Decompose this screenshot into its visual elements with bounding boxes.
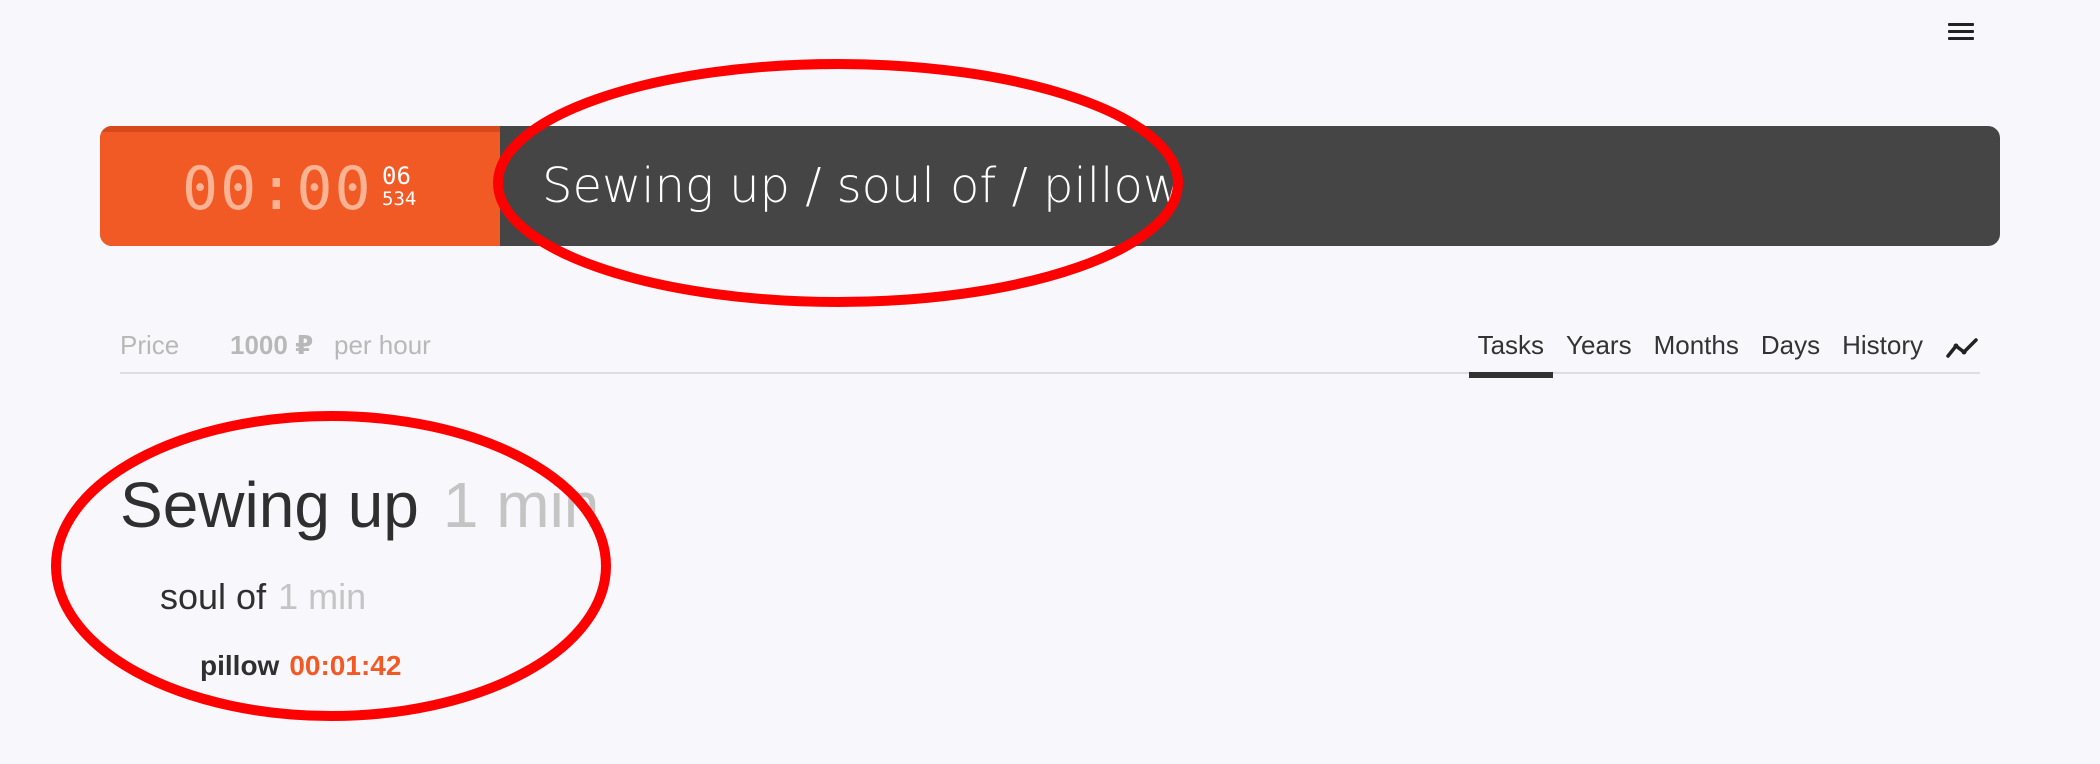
current-task-label: Sewing up / soul of / pillow — [542, 158, 1183, 214]
price-label: Price — [120, 330, 180, 360]
info-row: Price 1000 ₽ per hour Tasks Years Months… — [120, 328, 1980, 378]
task-level-1-time: 1 min — [442, 469, 600, 541]
timer-bar: 00:00 06 534 Sewing up / soul of / pillo… — [100, 126, 2000, 246]
price-value[interactable]: 1000 ₽ — [230, 330, 313, 361]
timer-button[interactable]: 00:00 06 534 — [100, 126, 500, 246]
current-task-path[interactable]: Sewing up / soul of / pillow — [500, 126, 2000, 246]
view-tabs: Tasks Years Months Days History — [1467, 328, 1980, 378]
tab-tasks[interactable]: Tasks — [1467, 328, 1555, 378]
tab-days[interactable]: Days — [1750, 328, 1831, 372]
price-unit: per hour — [334, 330, 431, 360]
task-level-3[interactable]: pillow 00:01:42 — [200, 650, 401, 682]
tab-history[interactable]: History — [1831, 328, 1934, 372]
task-level-3-time: 00:01:42 — [289, 650, 402, 681]
task-level-2-name: soul of — [160, 576, 267, 617]
timer-seconds: 06 — [382, 162, 411, 190]
task-level-2-time: 1 min — [278, 576, 367, 617]
task-level-1[interactable]: Sewing up 1 min — [120, 468, 599, 542]
timer-main: 00:00 — [182, 154, 373, 224]
page: 00:00 06 534 Sewing up / soul of / pillo… — [0, 0, 2100, 764]
task-level-3-name: pillow — [200, 650, 280, 681]
trend-chart-icon[interactable] — [1946, 336, 1980, 360]
task-level-2[interactable]: soul of 1 min — [160, 576, 366, 618]
tab-months[interactable]: Months — [1643, 328, 1750, 372]
tab-years[interactable]: Years — [1555, 328, 1643, 372]
task-level-1-name: Sewing up — [120, 469, 419, 541]
timer-milliseconds: 534 — [382, 188, 417, 210]
hamburger-menu-icon[interactable] — [1946, 20, 1976, 44]
